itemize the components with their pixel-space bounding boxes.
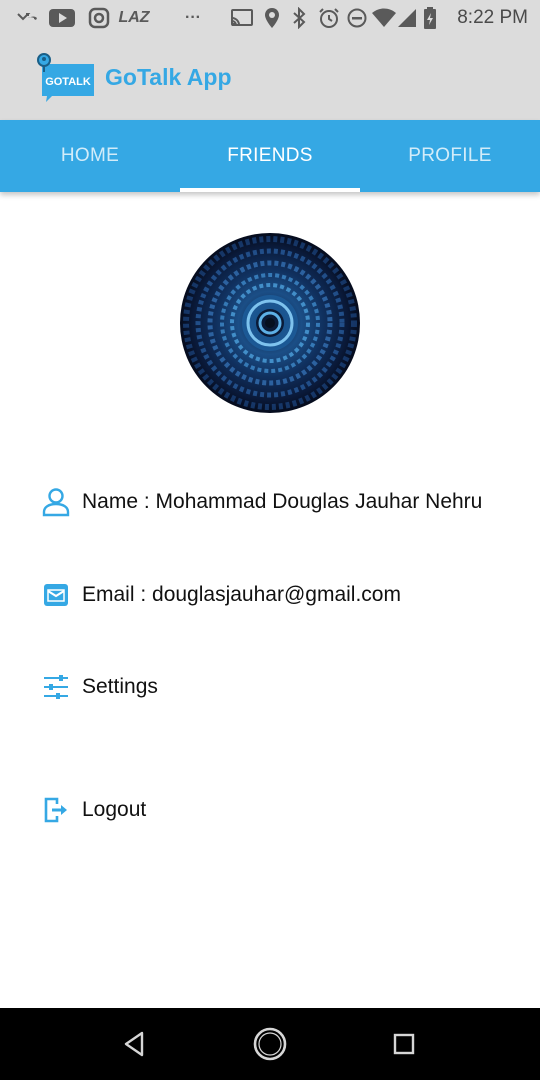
- name-label: Name : Mohammad Douglas Jauhar Nehru: [82, 490, 483, 513]
- app-bar: GOTALK GoTalk App: [0, 36, 540, 120]
- tab-profile[interactable]: PROFILE: [360, 120, 540, 192]
- mail-icon: [40, 579, 72, 611]
- email-label: Email : douglasjauhar@gmail.com: [82, 583, 401, 606]
- battery-icon: [420, 0, 440, 36]
- instagram-icon: [87, 0, 111, 36]
- bluetooth-icon: [289, 0, 309, 36]
- logout-icon: [40, 794, 72, 826]
- logout-label[interactable]: Logout: [82, 798, 146, 822]
- cast-icon: [228, 0, 256, 36]
- profile-avatar[interactable]: [180, 233, 360, 413]
- tab-bar: HOME FRIENDS PROFILE: [0, 120, 540, 192]
- back-icon[interactable]: [98, 1008, 170, 1080]
- location-icon: [262, 0, 282, 36]
- logo-text: GOTALK: [45, 76, 91, 88]
- app-title: GoTalk App: [105, 64, 232, 90]
- status-time: 8:22 PM: [457, 7, 528, 28]
- status-bar: LAZ ··· 8:22 PM: [0, 0, 540, 36]
- email-row: Email : douglasjauhar@gmail.com: [40, 575, 401, 615]
- overflow-dots: ···: [185, 9, 201, 26]
- carrier-text: LAZ: [118, 9, 150, 26]
- recents-icon[interactable]: [368, 1008, 440, 1080]
- tab-indicator: [180, 188, 360, 192]
- settings-row[interactable]: Settings: [40, 667, 158, 707]
- missed-call-icon: [14, 0, 40, 36]
- app-logo: GOTALK: [36, 52, 98, 104]
- home-icon[interactable]: [234, 1008, 306, 1080]
- tab-home[interactable]: HOME: [0, 120, 180, 192]
- sliders-icon: [40, 671, 72, 703]
- settings-label[interactable]: Settings: [82, 675, 158, 699]
- signal-icon: [396, 0, 418, 36]
- alarm-icon: [316, 0, 342, 36]
- wifi-icon: [370, 0, 398, 36]
- dnd-icon: [346, 0, 368, 36]
- system-nav-bar: [0, 1008, 540, 1080]
- logout-row[interactable]: Logout: [40, 790, 146, 830]
- person-icon: [40, 486, 72, 518]
- youtube-icon: [48, 0, 76, 36]
- tab-friends[interactable]: FRIENDS: [180, 120, 360, 192]
- name-row: Name : Mohammad Douglas Jauhar Nehru: [40, 482, 482, 522]
